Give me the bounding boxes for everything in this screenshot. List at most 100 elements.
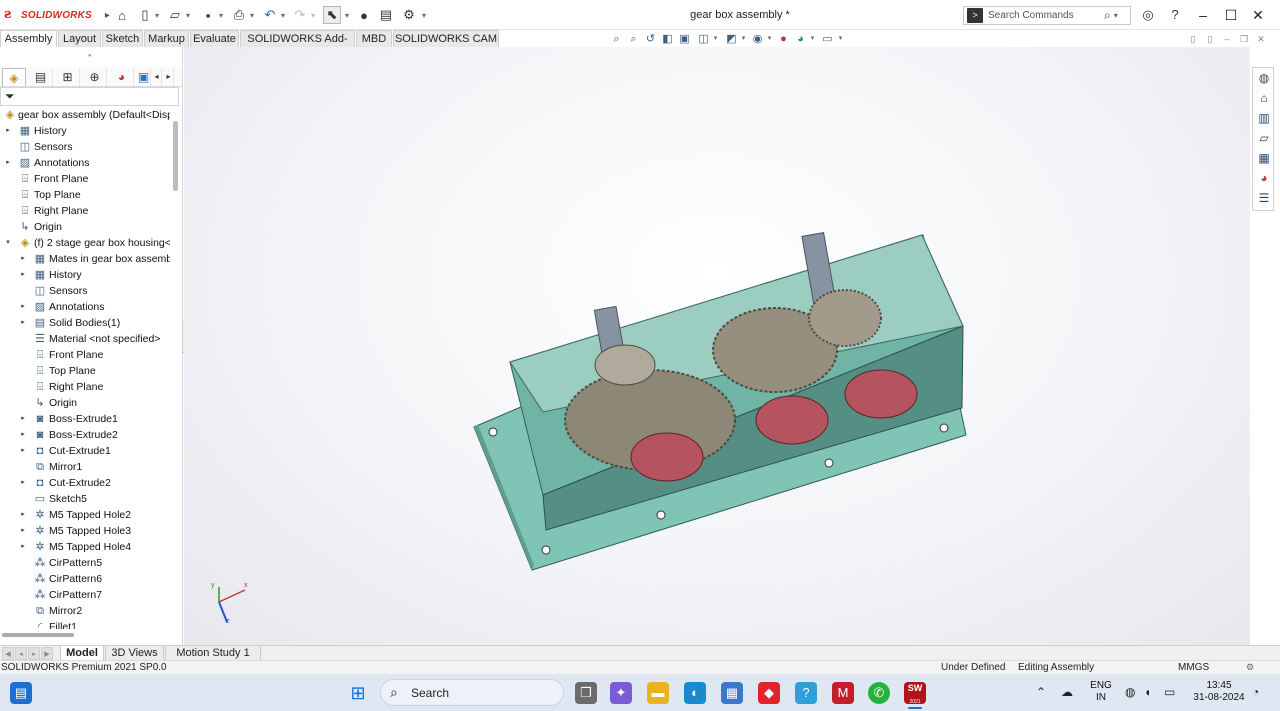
open-dropdown-icon[interactable]: ▾ — [184, 6, 192, 24]
property-manager-icon[interactable]: ▤ — [29, 68, 53, 86]
first-tab-arrow-icon[interactable]: ◀ — [2, 647, 14, 660]
tree-root-assembly[interactable]: ◈ gear box assembly (Default<Disp — [0, 107, 172, 123]
expand-arrow-icon[interactable]: ▸ — [19, 411, 27, 427]
edge-browser-icon[interactable]: ◐ — [684, 682, 706, 704]
tree-item-top-plane[interactable]: ⌹ Top Plane — [0, 363, 172, 379]
tree-item-cirpattern5[interactable]: ⁂ CirPattern5 — [0, 555, 172, 571]
close-icon[interactable]: ✕ — [1246, 5, 1270, 25]
tree-item-front-plane[interactable]: ⌹ Front Plane — [0, 171, 172, 187]
cam-manager-icon[interactable]: ▣ — [137, 68, 151, 86]
tree-item-origin[interactable]: ↳ Origin — [0, 219, 172, 235]
notifications-icon[interactable]: ◔ — [1252, 685, 1259, 699]
view-palette-icon[interactable]: ▦ — [1256, 150, 1272, 166]
tree-item-boss-extrude2[interactable]: ▸ ◙ Boss-Extrude2 — [0, 427, 172, 443]
appearances-icon[interactable]: ◕ — [1256, 170, 1272, 186]
expand-arrow-icon[interactable]: ▸ — [19, 299, 27, 315]
tree-item-right-plane[interactable]: ⌹ Right Plane — [0, 379, 172, 395]
status-units[interactable]: MMGS — [1178, 662, 1209, 673]
tree-item-mirror2[interactable]: ⧉ Mirror2 — [0, 603, 172, 619]
display-style-dropdown-icon[interactable]: ▾ — [740, 32, 747, 46]
solidworks-logo[interactable]: ƨ SOLIDWORKS ▸ — [4, 7, 110, 23]
new-document-icon[interactable]: ▯ — [138, 6, 152, 24]
view-settings-dropdown-icon[interactable]: ▾ — [837, 32, 844, 46]
menu-expand-icon[interactable]: ▸ — [105, 10, 110, 21]
search-commands-box[interactable]: > ⌕ ▾ — [963, 6, 1131, 25]
clock[interactable]: 13:45 31-08-2024 — [1190, 680, 1248, 704]
display-style-icon[interactable]: ◩ — [724, 32, 739, 46]
display-manager-icon[interactable]: ◕ — [110, 68, 134, 86]
doc-close-icon[interactable]: ✕ — [1254, 33, 1268, 45]
anydesk-icon[interactable]: ◆ — [758, 682, 780, 704]
tree-item-boss-extrude1[interactable]: ▸ ◙ Boss-Extrude1 — [0, 411, 172, 427]
home-icon[interactable]: ⌂ — [1256, 90, 1272, 106]
tab-solidworks-add-ins[interactable]: SOLIDWORKS Add-Ins — [240, 30, 355, 61]
apply-scene-dropdown-icon[interactable]: ▾ — [809, 32, 816, 46]
doc-restore-icon[interactable]: ❐ — [1237, 33, 1251, 45]
doc-minimize-icon[interactable]: – — [1220, 33, 1234, 45]
windows-start-icon[interactable]: ⊞ — [347, 682, 369, 704]
expand-arrow-icon[interactable]: ▸ — [19, 315, 27, 331]
tree-item-front-plane[interactable]: ⌹ Front Plane — [0, 347, 172, 363]
expand-arrow-icon[interactable]: ▸ — [19, 267, 27, 283]
tree-item-history[interactable]: ▸ ▦ History — [0, 123, 172, 139]
tree-item-material[interactable]: ☰ Material <not specified> — [0, 331, 172, 347]
undo-dropdown-icon[interactable]: ▾ — [279, 6, 287, 24]
tree-item-m5-tapped-hole2[interactable]: ▸ ✲ M5 Tapped Hole2 — [0, 507, 172, 523]
gearbox-model[interactable] — [184, 47, 1250, 645]
apply-scene-icon[interactable]: ◕ — [793, 32, 808, 46]
expand-arrow-icon[interactable]: ▸ — [19, 523, 27, 539]
help-icon[interactable]: ? — [1167, 7, 1183, 23]
dynamic-annotation-icon[interactable]: ▣ — [677, 32, 692, 46]
rebuild-icon[interactable]: ● — [357, 6, 371, 24]
tree-item-mirror1[interactable]: ⧉ Mirror1 — [0, 459, 172, 475]
show-hidden-icons-icon[interactable]: ⌃ — [1036, 685, 1046, 699]
minimize-icon[interactable]: – — [1191, 5, 1215, 25]
next-tab-arrow-icon[interactable]: ▸ — [28, 647, 40, 660]
microsoft-store-icon[interactable]: ▦ — [721, 682, 743, 704]
tree-item-annotations[interactable]: ▸ ▨ Annotations — [0, 155, 172, 171]
select-dropdown-icon[interactable]: ▾ — [343, 6, 351, 24]
taskbar-search[interactable]: ⌕ Search — [380, 679, 564, 706]
options-gear-icon[interactable]: ⚙ — [401, 6, 417, 24]
expand-arrow-icon[interactable]: ▸ — [19, 251, 27, 267]
zoom-to-area-icon[interactable]: ⌕ — [626, 32, 641, 46]
tree-item-origin[interactable]: ↳ Origin — [0, 395, 172, 411]
configuration-manager-icon[interactable]: ⊞ — [56, 68, 80, 86]
design-library-icon[interactable]: ▥ — [1256, 110, 1272, 126]
tab-assembly[interactable]: Assembly — [0, 30, 57, 47]
volume-icon[interactable]: ◖ — [1144, 685, 1151, 699]
collapse-arrow-icon[interactable]: ▾ — [4, 235, 12, 251]
language-indicator[interactable]: ENG IN — [1088, 680, 1114, 704]
status-options-icon[interactable]: ⚙ — [1246, 662, 1254, 673]
viewport-split2-icon[interactable]: ▯ — [1203, 33, 1217, 45]
select-pointer-icon[interactable]: ⬉ — [323, 6, 341, 24]
print-icon[interactable]: ⎙ — [231, 6, 247, 24]
tree-horizontal-scrollbar[interactable] — [2, 633, 74, 637]
view-settings-icon[interactable]: ▭ — [820, 32, 835, 46]
expand-arrow-icon[interactable]: ▸ — [19, 427, 27, 443]
expand-arrow-icon[interactable]: ▸ — [4, 155, 12, 171]
tab-markup[interactable]: Markup — [144, 30, 189, 47]
tab-model[interactable]: Model — [60, 646, 104, 661]
tree-item-fillet1[interactable]: ◜ Fillet1 — [0, 619, 172, 629]
hide-show-items-icon[interactable]: ◉ — [750, 32, 765, 46]
task-view-icon[interactable]: ❐ — [575, 682, 597, 704]
new-dropdown-icon[interactable]: ▾ — [153, 6, 161, 24]
save-dropdown-icon[interactable]: ▾ — [217, 6, 225, 24]
tree-item-m5-tapped-hole3[interactable]: ▸ ✲ M5 Tapped Hole3 — [0, 523, 172, 539]
search-commands-input[interactable] — [988, 10, 1100, 21]
tab-sketch[interactable]: Sketch — [102, 30, 143, 47]
expand-arrow-icon[interactable]: ▸ — [19, 475, 27, 491]
redo-icon[interactable]: ↷ — [292, 6, 308, 24]
tab-motion-study-1[interactable]: Motion Study 1 — [165, 646, 261, 661]
copilot-icon[interactable]: ✦ — [610, 682, 632, 704]
tree-filter[interactable]: ⏷ — [0, 87, 179, 106]
expand-arrow-icon[interactable]: ▸ — [4, 123, 12, 139]
print-dropdown-icon[interactable]: ▾ — [248, 6, 256, 24]
search-dropdown-icon[interactable]: ▾ — [1114, 11, 1118, 20]
prev-tab-arrow-icon[interactable]: ◂ — [15, 647, 27, 660]
reference-triad[interactable]: x y z — [205, 582, 255, 627]
expand-arrow-icon[interactable]: ▸ — [19, 539, 27, 555]
save-icon[interactable]: ▪ — [200, 6, 216, 24]
tree-item-housing-part[interactable]: ▾ ◈ (f) 2 stage gear box housing<1 — [0, 235, 172, 251]
